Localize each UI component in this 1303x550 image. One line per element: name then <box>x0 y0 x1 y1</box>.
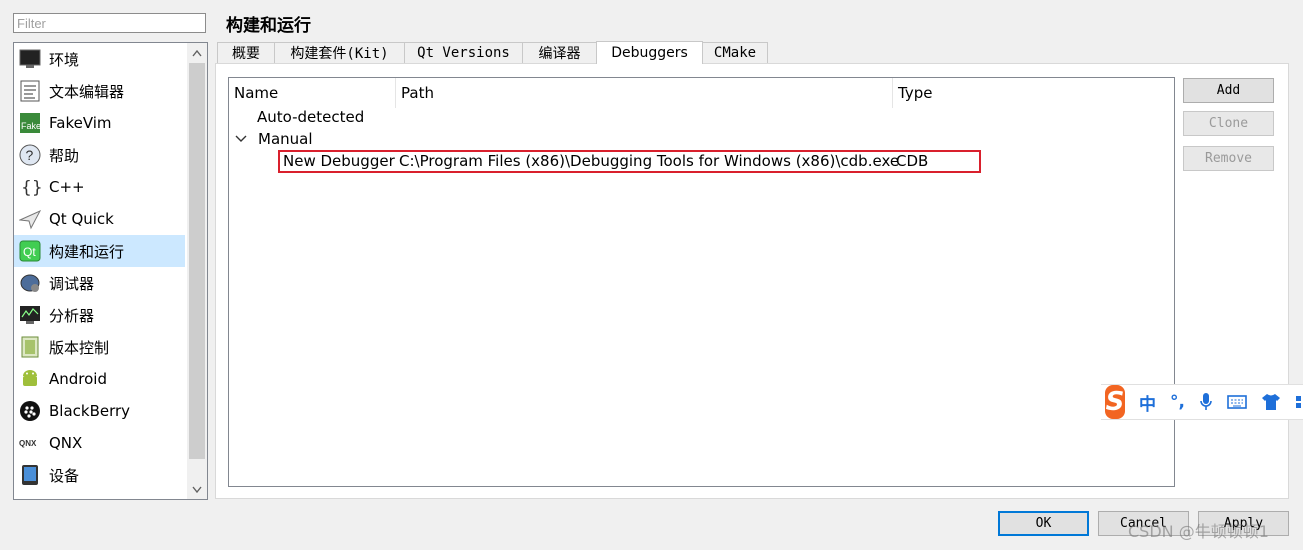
paper-plane-icon <box>19 208 41 230</box>
qnx-icon: QNX <box>19 432 41 454</box>
sidebar-item-cpp[interactable]: {} C++ <box>14 171 185 203</box>
page-title: 构建和运行 <box>226 16 311 36</box>
svg-text:QNX: QNX <box>19 439 37 448</box>
svg-text:{}: {} <box>21 178 41 198</box>
watermark: CSDN @牛顿顿顿1 <box>1128 522 1269 541</box>
ime-more-icon[interactable] <box>1295 394 1303 410</box>
scroll-down-icon[interactable] <box>187 479 207 499</box>
button-label: Add <box>1216 83 1241 98</box>
sidebar-scrollbar[interactable] <box>187 43 207 499</box>
scroll-up-icon[interactable] <box>187 43 207 63</box>
button-label: OK <box>1035 516 1052 531</box>
tab-label: 构建套件(Kit) <box>290 46 389 62</box>
sidebar-item-android[interactable]: Android <box>14 363 185 395</box>
debugger-path-cell: C:\Program Files (x86)\Debugging Tools f… <box>399 152 900 170</box>
table-row[interactable]: New Debugger C:\Program Files (x86)\Debu… <box>278 150 981 173</box>
tab-label: Debuggers <box>611 45 688 61</box>
ime-logo-icon[interactable]: S <box>1105 385 1126 419</box>
tab-kits[interactable]: 构建套件(Kit) <box>274 42 405 63</box>
filter-input[interactable] <box>13 13 206 33</box>
keyboard-icon[interactable] <box>1227 394 1247 410</box>
sidebar-item-version-control[interactable]: 版本控制 <box>14 331 185 363</box>
device-icon <box>19 464 41 486</box>
sidebar-item-help[interactable]: ? 帮助 <box>14 139 185 171</box>
sidebar-item-label: 帮助 <box>49 146 80 165</box>
sidebar-item-environment[interactable]: 环境 <box>14 43 185 75</box>
chevron-down-icon[interactable] <box>235 135 251 143</box>
column-header-label: Path <box>401 84 434 102</box>
sidebar-item-label: Qt Quick <box>49 210 114 228</box>
column-header-type[interactable]: Type <box>893 78 1174 108</box>
sidebar-item-label: 设备 <box>49 466 80 485</box>
column-header-label: Name <box>234 84 279 102</box>
tab-cmake[interactable]: CMake <box>702 42 768 63</box>
category-list[interactable]: 环境 文本编辑器 Fake FakeVim ? 帮助 {} C++ Qt Qui… <box>13 42 208 500</box>
sidebar-item-label: FakeVim <box>49 114 112 132</box>
sidebar-item-label: BlackBerry <box>49 402 131 420</box>
sidebar-item-text-editor[interactable]: 文本编辑器 <box>14 75 185 107</box>
sidebar-item-label: 构建和运行 <box>49 242 125 261</box>
svg-text:Fake: Fake <box>21 121 41 131</box>
tree-group-label: Auto-detected <box>257 108 365 126</box>
build-run-icon: Qt <box>19 240 41 262</box>
microphone-icon[interactable] <box>1199 392 1213 412</box>
svg-text:Qt: Qt <box>23 245 36 259</box>
ime-mode-toggle[interactable]: 中 <box>1139 390 1156 415</box>
tab-label: 编译器 <box>538 46 581 62</box>
remove-button[interactable]: Remove <box>1183 146 1274 171</box>
sidebar-item-device[interactable]: 设备 <box>14 459 185 491</box>
tab-label: 概要 <box>232 46 260 62</box>
column-header-name[interactable]: Name <box>229 78 396 108</box>
blackberry-icon <box>19 400 41 422</box>
debugger-name-cell: New Debugger <box>283 152 395 170</box>
android-icon <box>19 368 41 390</box>
ime-toolbar[interactable]: S 中 °, <box>1101 384 1303 420</box>
ime-punctuation-toggle[interactable]: °, <box>1170 392 1185 412</box>
tab-compilers[interactable]: 编译器 <box>522 42 597 63</box>
help-icon: ? <box>19 144 41 166</box>
sidebar-item-label: 分析器 <box>49 306 95 325</box>
sidebar-item-build-run[interactable]: Qt 构建和运行 <box>14 235 185 267</box>
sidebar-item-qnx[interactable]: QNX QNX <box>14 427 185 459</box>
tree-group-manual[interactable]: Manual <box>235 128 313 150</box>
sidebar-item-analyzer[interactable]: 分析器 <box>14 299 185 331</box>
debugger-type-cell: CDB <box>896 152 929 170</box>
debugger-tree[interactable]: Name Path Type Auto-detected Manual New … <box>228 77 1175 487</box>
ok-button[interactable]: OK <box>998 511 1089 536</box>
button-label: Remove <box>1205 151 1252 166</box>
sidebar-item-label: 文本编辑器 <box>49 82 125 101</box>
tab-overview[interactable]: 概要 <box>217 42 275 63</box>
sidebar-item-blackberry[interactable]: BlackBerry <box>14 395 185 427</box>
sidebar-item-label: 版本控制 <box>49 338 110 357</box>
column-header-label: Type <box>898 84 933 102</box>
tree-group-label: Manual <box>258 130 313 148</box>
tab-debuggers[interactable]: Debuggers <box>596 41 703 64</box>
tab-label: CMake <box>713 45 757 61</box>
tree-group-auto-detected[interactable]: Auto-detected <box>257 106 364 128</box>
fakevim-icon: Fake <box>19 112 41 134</box>
debugger-icon <box>19 272 41 294</box>
clone-button[interactable]: Clone <box>1183 111 1274 136</box>
sidebar-item-fakevim[interactable]: Fake FakeVim <box>14 107 185 139</box>
monitor-icon <box>19 48 41 70</box>
braces-icon: {} <box>19 176 41 198</box>
column-header-path[interactable]: Path <box>396 78 893 108</box>
version-control-icon <box>19 336 41 358</box>
svg-text:?: ? <box>26 147 34 163</box>
sidebar-item-qt-quick[interactable]: Qt Quick <box>14 203 185 235</box>
sidebar-item-label: 环境 <box>49 50 80 69</box>
text-editor-icon <box>19 80 41 102</box>
analyzer-icon <box>19 304 41 326</box>
skin-shirt-icon[interactable] <box>1261 393 1281 411</box>
sidebar-item-label: Android <box>49 370 107 388</box>
sidebar-item-label: 调试器 <box>49 274 95 293</box>
tab-label: Qt Versions <box>417 45 510 61</box>
sidebar-item-label: QNX <box>49 434 83 452</box>
button-label: Clone <box>1208 116 1249 131</box>
scroll-thumb[interactable] <box>189 63 205 459</box>
add-button[interactable]: Add <box>1183 78 1274 103</box>
sidebar-item-label: C++ <box>49 178 85 196</box>
sidebar-item-debugger[interactable]: 调试器 <box>14 267 185 299</box>
tab-qt-versions[interactable]: Qt Versions <box>404 42 523 63</box>
